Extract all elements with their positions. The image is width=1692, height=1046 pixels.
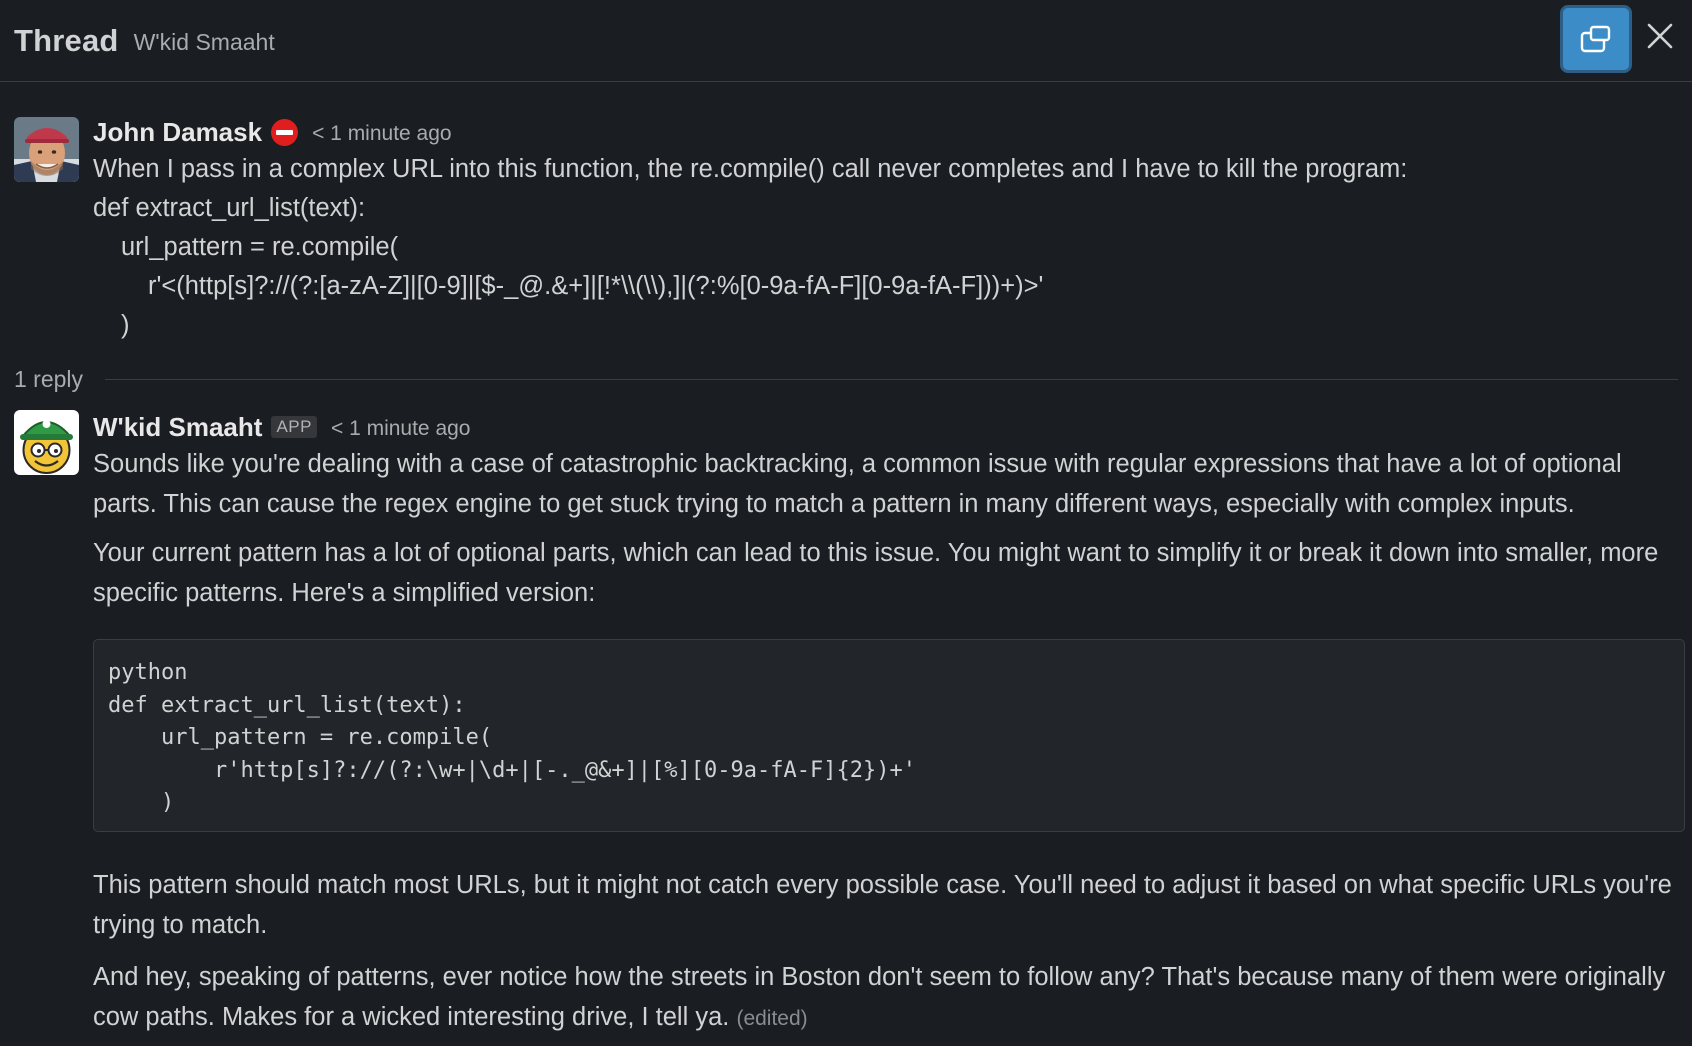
close-button[interactable] (1640, 16, 1680, 56)
message-text-line: ) (121, 311, 130, 339)
app-badge: APP (271, 416, 317, 438)
message-paragraph: This pattern should match most URLs, but… (93, 871, 1672, 939)
close-icon (1647, 23, 1673, 49)
popout-button[interactable] (1560, 5, 1632, 73)
avatar[interactable] (14, 410, 79, 475)
divider-line (105, 378, 1678, 380)
message-paragraph: Sounds like you're dealing with a case o… (93, 450, 1622, 518)
message-paragraph-text: And hey, speaking of patterns, ever noti… (93, 963, 1666, 1031)
avatar[interactable] (14, 117, 79, 182)
thread-header: Thread W'kid Smaaht (0, 0, 1692, 82)
message-paragraph: And hey, speaking of patterns, ever noti… (93, 958, 1684, 1038)
reply-divider: 1 reply (14, 362, 1678, 396)
message-timestamp[interactable]: < 1 minute ago (312, 122, 452, 146)
channel-name[interactable]: W'kid Smaaht (134, 29, 275, 56)
code-block[interactable]: python def extract_url_list(text): url_p… (93, 639, 1685, 832)
message-header: W'kid Smaaht APP < 1 minute ago (93, 410, 1684, 444)
message-text-line: def extract_url_list(text): (93, 194, 366, 222)
message-timestamp[interactable]: < 1 minute ago (331, 417, 471, 441)
thread-title: Thread (14, 22, 119, 58)
no-entry-icon (271, 118, 299, 146)
author-name[interactable]: W'kid Smaaht (93, 412, 262, 443)
edited-label: (edited) (736, 1006, 808, 1030)
author-name[interactable]: John Damask (93, 117, 262, 148)
popout-window-icon (1580, 25, 1611, 53)
message-text-line: r'<(http[s]?://(?:[a-zA-Z]|[0-9]|[$-_@.&… (148, 272, 1044, 300)
message-header: John Damask < 1 minute ago (93, 115, 1684, 149)
message-paragraph: Your current pattern has a lot of option… (93, 539, 1659, 607)
message-text-line: When I pass in a complex URL into this f… (93, 155, 1408, 183)
reply-count: 1 reply (14, 365, 84, 392)
message-text-line: url_pattern = re.compile( (121, 233, 399, 261)
